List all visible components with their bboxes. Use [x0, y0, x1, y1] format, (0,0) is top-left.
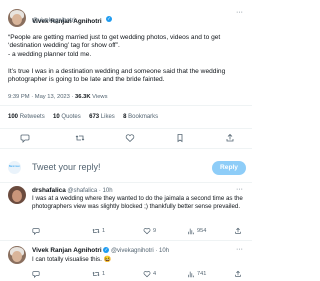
reply-share-action[interactable] — [234, 227, 242, 235]
like-icon[interactable] — [125, 133, 135, 143]
likes-stat[interactable]: 673 Likes — [89, 114, 115, 120]
tweet-timestamp[interactable]: 9:39 PM · May 13, 2023 · 36.3K Views — [8, 94, 108, 100]
author-handle[interactable]: @vivekagnihotri — [32, 18, 75, 24]
reply-views-action[interactable]: 954 — [187, 227, 206, 235]
views-count: 36.3K — [75, 94, 91, 100]
reply-comment-action[interactable] — [32, 227, 40, 235]
reply-author-name[interactable]: Vivek Ranjan Agnihotri — [32, 247, 102, 254]
reply-avatar[interactable] — [8, 246, 26, 264]
quotes-stat[interactable]: 10 Quotes — [53, 114, 81, 120]
verified-badge-icon: ✓ — [103, 247, 110, 254]
share-icon[interactable] — [225, 133, 235, 143]
composer-avatar-label: Bannmen — [8, 165, 21, 168]
reply-like-count: 9 — [153, 228, 157, 234]
reply-comment-action[interactable] — [32, 270, 40, 278]
views-label: Views — [92, 94, 108, 100]
verified-badge-icon: ✓ — [106, 15, 113, 22]
action-bar — [0, 131, 252, 145]
reply-author-name[interactable]: drshafalica — [32, 187, 66, 194]
share-icon[interactable] — [234, 270, 242, 278]
reply-input[interactable]: Tweet your reply! — [32, 162, 101, 172]
reply-retweet-count: 1 — [102, 271, 106, 277]
bookmarks-stat[interactable]: 8 Bookmarks — [123, 114, 158, 120]
reply-text: I can totally visualise this. 😆 — [32, 256, 112, 263]
retweet-icon[interactable] — [75, 133, 85, 143]
reply-views-action[interactable]: 741 — [187, 270, 206, 278]
comment-icon[interactable] — [32, 227, 40, 235]
share-icon[interactable] — [234, 227, 242, 235]
tweet-time[interactable]: 9:39 PM · May 13, 2023 · — [8, 94, 73, 100]
stats-row: 100 Retweets 10 Quotes 673 Likes 8 Bookm… — [8, 114, 158, 120]
reply-author-handle[interactable]: @vivekagnihotri · 10h — [111, 248, 169, 254]
tweet-text-story: It’s true I was in a destination wedding… — [8, 68, 226, 84]
reply-like-action[interactable]: 4 — [143, 270, 156, 278]
bookmark-icon[interactable] — [175, 133, 185, 143]
reply-retweet-count: 1 — [102, 228, 106, 234]
reply-text: I was at a wedding where they wanted to … — [32, 195, 243, 210]
views-icon[interactable] — [187, 270, 195, 278]
reply-avatar[interactable] — [8, 186, 26, 204]
like-icon[interactable] — [143, 270, 151, 278]
retweet-icon[interactable] — [92, 270, 100, 278]
more-options-icon[interactable]: ··· — [236, 246, 243, 253]
author-avatar[interactable] — [8, 9, 26, 27]
more-options-icon[interactable]: ··· — [236, 9, 243, 16]
reply-views-count: 954 — [197, 228, 207, 234]
reply-like-action[interactable]: 9 — [143, 227, 156, 235]
composer-avatar: Bannmen — [8, 161, 21, 174]
reply-retweet-action[interactable]: 1 — [92, 227, 105, 235]
reply-author-handle[interactable]: @shafalica · 10h — [67, 188, 112, 194]
reply-button[interactable]: Reply — [212, 161, 246, 175]
reply-share-action[interactable] — [234, 270, 242, 278]
like-icon[interactable] — [143, 227, 151, 235]
retweet-icon[interactable] — [92, 227, 100, 235]
more-options-icon[interactable]: ··· — [236, 186, 243, 193]
views-icon[interactable] — [187, 227, 195, 235]
reply-views-count: 741 — [197, 271, 207, 277]
reply-like-count: 4 — [153, 271, 157, 277]
reply-retweet-action[interactable]: 1 — [92, 270, 105, 278]
tweet-text-quote: “People are getting married just to get … — [8, 34, 221, 50]
retweets-stat[interactable]: 100 Retweets — [8, 114, 45, 120]
comment-icon[interactable] — [32, 270, 40, 278]
comment-icon[interactable] — [20, 133, 30, 143]
tweet-text-attribution: - a wedding planner told me. — [8, 51, 92, 58]
